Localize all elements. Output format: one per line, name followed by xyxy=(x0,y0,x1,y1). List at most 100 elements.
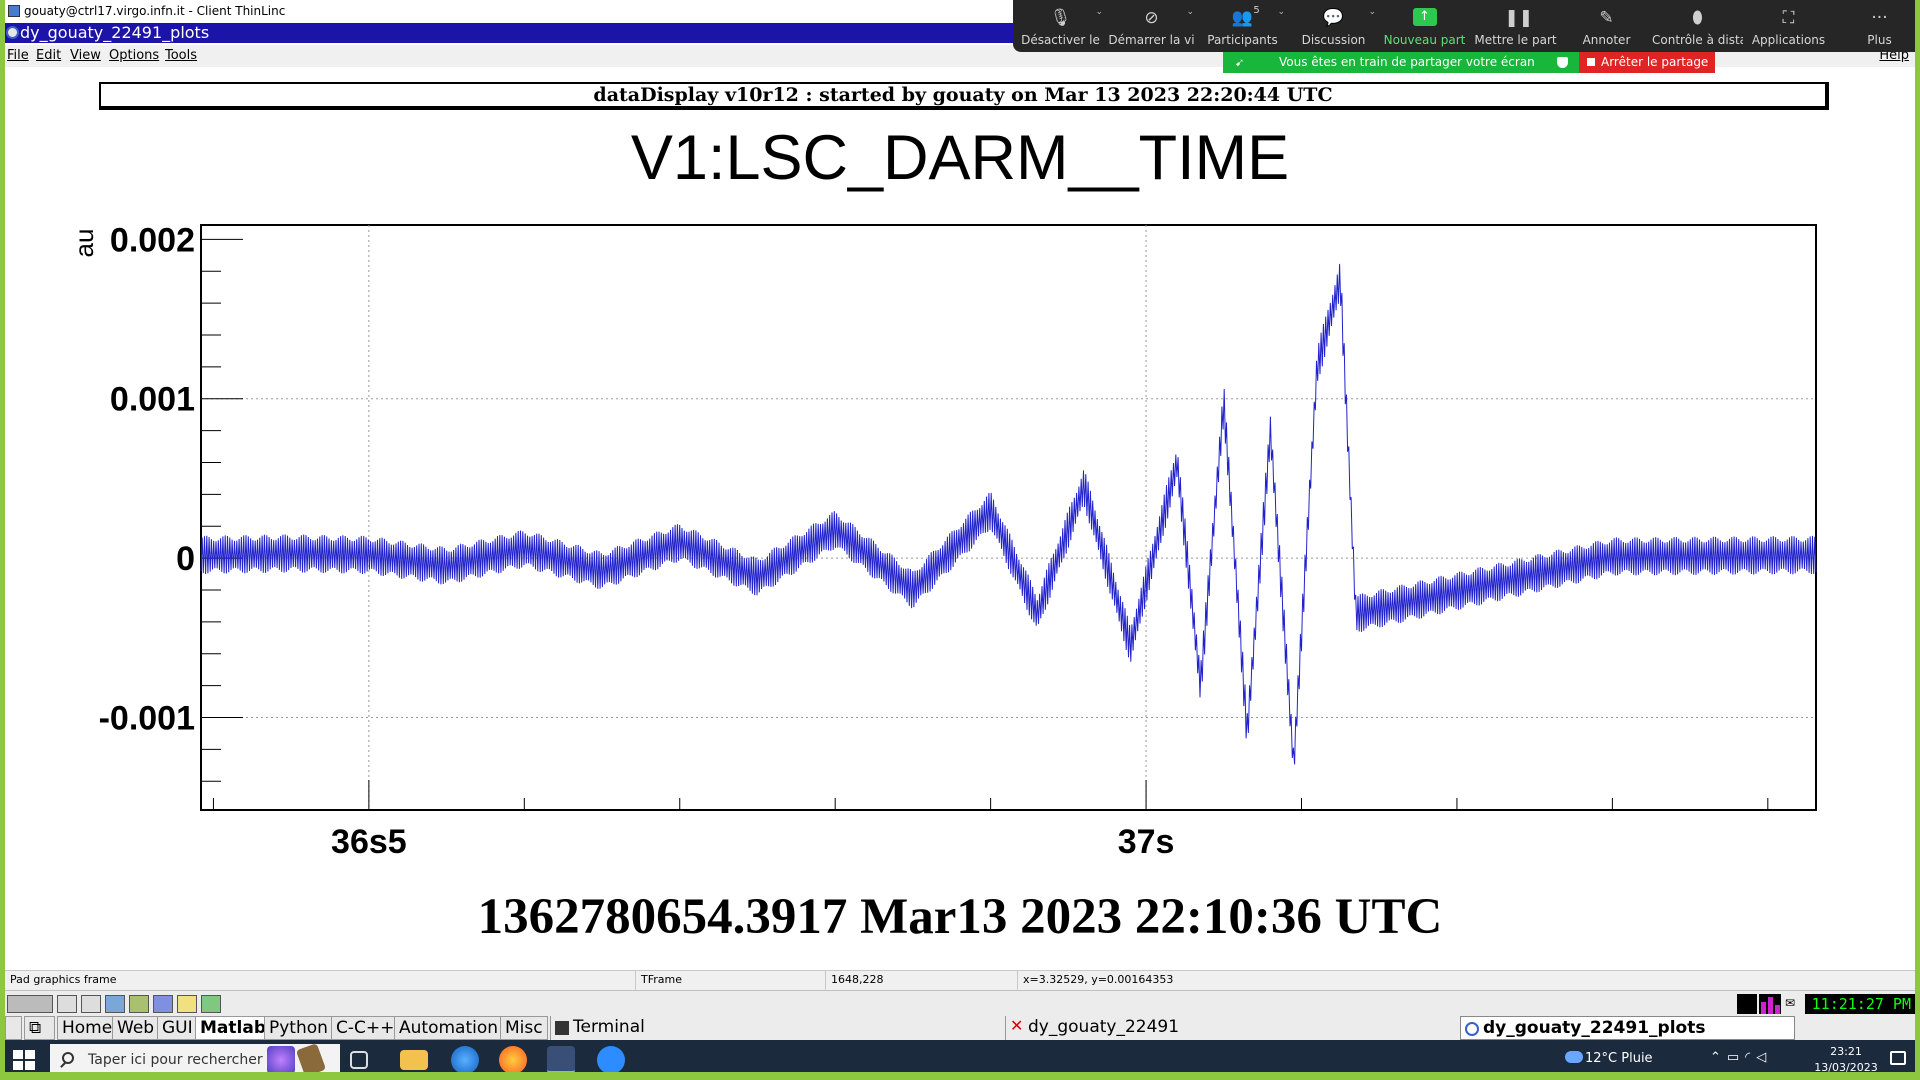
y-tick-label: -0.001 xyxy=(99,700,195,738)
menu-python[interactable]: Python xyxy=(264,1016,333,1040)
menu-home[interactable]: Home xyxy=(57,1016,118,1040)
zoom-button-label: Applications xyxy=(1751,33,1826,47)
task-dy-gouaty[interactable]: ✕ dy_gouaty_22491 xyxy=(1005,1016,1460,1040)
search-placeholder: Taper ici pour rechercher xyxy=(88,1052,263,1068)
system-tray: 12°C Pluie ⌃▭◜◁ 23:21 13/03/2023 xyxy=(1565,1040,1915,1072)
weather-cloud-icon xyxy=(1565,1051,1583,1063)
calc-icon[interactable] xyxy=(201,995,221,1013)
task-dy-gouaty-plots[interactable]: dy_gouaty_22491_plots xyxy=(1460,1016,1795,1040)
chevron-down-icon[interactable]: ⌄ xyxy=(1186,7,1194,17)
zoom-icon[interactable] xyxy=(597,1046,625,1072)
launcher-icon[interactable] xyxy=(57,995,77,1013)
shield-icon xyxy=(1557,57,1568,68)
root-app-icon xyxy=(1465,1022,1479,1036)
task-terminal[interactable]: Terminal xyxy=(550,1016,1005,1040)
search-highlight-icon[interactable] xyxy=(267,1046,295,1072)
mouse-icon: ⬮ xyxy=(1692,8,1703,28)
terminal-icon xyxy=(555,1021,569,1035)
zoom-button-label: Participants xyxy=(1207,33,1278,47)
zoom-apps-button[interactable]: ⛶ Applications xyxy=(1743,0,1834,52)
x-app-icon: ✕ xyxy=(1010,1016,1024,1035)
mail-icon[interactable]: ✉ xyxy=(1785,996,1801,1010)
zoom-button-label: Plus xyxy=(1867,33,1892,47)
notification-icon[interactable] xyxy=(1890,1051,1906,1065)
y-tick-label: 0 xyxy=(176,540,195,578)
status-class: TFrame xyxy=(635,971,682,990)
tray-icons[interactable]: ⌃▭◜◁ xyxy=(1710,1050,1772,1065)
pencil-icon: ✎ xyxy=(1599,8,1614,28)
task-terminal-label: Terminal xyxy=(573,1017,645,1037)
zoom-button-label: Discussion xyxy=(1301,33,1366,47)
app-icon[interactable] xyxy=(153,995,173,1013)
x-menu-grip[interactable] xyxy=(5,1016,22,1040)
tools-icon[interactable] xyxy=(129,995,149,1013)
stop-share-button[interactable]: Arrêter le partage xyxy=(1579,52,1715,73)
x-launcher-icons xyxy=(5,993,235,1015)
zoom-button-label: Démarrer la vi xyxy=(1108,33,1195,47)
remote-desktop-screen: gouaty@ctrl17.virgo.infn.it - Client Thi… xyxy=(5,0,1915,1072)
share-screen-icon: ↑ xyxy=(1412,8,1437,26)
zoom-video-off-button[interactable]: ⊘ ⌄ Démarrer la vi xyxy=(1106,0,1197,52)
chat-icon: 💬 xyxy=(1322,8,1345,28)
menu-matlab[interactable]: Matlab xyxy=(195,1016,271,1040)
x-tick-label: 36s5 xyxy=(331,823,407,861)
zoom-button-label: Désactiver le xyxy=(1021,33,1100,47)
zoom-chat-button[interactable]: 💬 ⌄ Discussion xyxy=(1288,0,1379,52)
chevron-down-icon[interactable]: ⌄ xyxy=(1277,7,1285,17)
zoom-microphone-button[interactable]: 🎙 ⌄ Désactiver le xyxy=(1015,0,1106,52)
chevron-down-icon[interactable]: ⌄ xyxy=(1095,7,1103,17)
outlook-icon[interactable] xyxy=(451,1046,479,1072)
zoom-share-screen-button[interactable]: ↑ Nouveau part xyxy=(1379,0,1470,52)
menu-c-cpp[interactable]: C-C++ xyxy=(331,1016,400,1040)
gps-time-footer: 1362780654.3917 Mar13 2023 22:10:36 UTC xyxy=(477,889,1443,945)
chevron-down-icon[interactable]: ⌄ xyxy=(1368,7,1376,17)
status-bar: Pad graphics frame TFrame 1648,228 x=3.3… xyxy=(5,970,1915,990)
windows-search-box[interactable]: Taper ici pour rechercher xyxy=(50,1044,340,1072)
stop-icon xyxy=(1587,58,1595,66)
x-window-list-icon[interactable]: ⧉ xyxy=(24,1016,55,1040)
sharing-banner: ➹ Vous êtes en train de partager votre é… xyxy=(1223,52,1579,73)
more-icon: ··· xyxy=(1871,8,1888,28)
zoom-mouse-button[interactable]: ⬮ Contrôle à distanc xyxy=(1652,0,1743,52)
x-logo-icon[interactable] xyxy=(7,995,53,1013)
file-explorer-icon[interactable] xyxy=(400,1050,428,1070)
zoom-button-label: Nouveau part xyxy=(1383,33,1466,47)
thinlinc-taskbar-icon[interactable] xyxy=(547,1046,575,1072)
apps-icon: ⛶ xyxy=(1782,8,1795,28)
y-tick-label: 0.001 xyxy=(110,381,195,419)
firefox-icon[interactable] xyxy=(499,1046,527,1072)
sharing-banner-text: Vous êtes en train de partager votre écr… xyxy=(1279,55,1535,69)
menu-misc[interactable]: Misc xyxy=(500,1016,548,1040)
zoom-more-button[interactable]: ··· Plus xyxy=(1834,0,1915,52)
windows-start-icon[interactable] xyxy=(13,1050,35,1070)
microphone-icon: 🎙 xyxy=(1049,8,1072,28)
zoom-pause-button[interactable]: ❚❚ Mettre le part xyxy=(1470,0,1561,52)
windows-taskbar: Taper ici pour rechercher 12°C Pluie ⌃▭◜… xyxy=(5,1040,1915,1072)
x-menu-row: ⧉ Home Web GUI Matlab Python C-C++ Autom… xyxy=(5,1016,1915,1040)
menu-automation[interactable]: Automation xyxy=(394,1016,504,1040)
zoom-toolbar: 🎙 ⌄ Désactiver le ⊘ ⌄ Démarrer la vi 👥 ⌄ 5 Partic… xyxy=(1013,0,1915,52)
task-dy-gouaty-plots-label: dy_gouaty_22491_plots xyxy=(1483,1018,1706,1038)
share-arrow-icon: ➹ xyxy=(1235,56,1245,69)
tray-clock[interactable]: 23:21 13/03/2023 xyxy=(1811,1044,1881,1072)
stop-share-label: Arrêter le partage xyxy=(1601,55,1709,69)
pause-icon: ❚❚ xyxy=(1504,8,1534,28)
plot-frame xyxy=(200,224,1817,811)
menu-gui[interactable]: GUI xyxy=(157,1016,198,1040)
task-view-icon[interactable] xyxy=(350,1051,368,1069)
y-axis-label: au xyxy=(69,229,99,258)
zoom-participants-button[interactable]: 👥 ⌄ 5 Participants xyxy=(1197,0,1288,52)
plot-canvas[interactable]: 0.002 0.001 0 -0.001 au 36s5 37s xyxy=(5,0,1915,880)
notes-icon[interactable] xyxy=(177,995,197,1013)
menu-web[interactable]: Web xyxy=(112,1016,160,1040)
task-dy-gouaty-label: dy_gouaty_22491 xyxy=(1028,1017,1180,1037)
zoom-button-label: Annoter xyxy=(1582,33,1631,47)
participant-count: 5 xyxy=(1253,5,1260,16)
zoom-button-label: Contrôle à distanc xyxy=(1652,33,1743,47)
cpu-meter xyxy=(1737,994,1757,1014)
globe-icon[interactable] xyxy=(105,995,125,1013)
weather-text[interactable]: 12°C Pluie xyxy=(1585,1051,1653,1066)
zoom-pencil-button[interactable]: ✎ Annoter xyxy=(1561,0,1652,52)
launcher-icon[interactable] xyxy=(81,995,101,1013)
x-clock: 11:21:27 PM xyxy=(1805,994,1915,1014)
